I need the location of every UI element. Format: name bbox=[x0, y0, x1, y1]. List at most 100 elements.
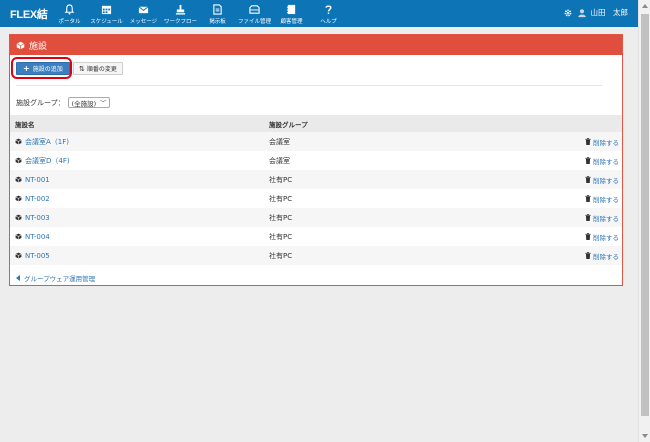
stamp-icon bbox=[175, 4, 186, 15]
trash-icon bbox=[585, 214, 591, 221]
calendar-icon bbox=[101, 5, 112, 15]
facility-group-cell: 社有PC bbox=[269, 194, 293, 203]
facility-name-link[interactable]: NT-004 bbox=[25, 233, 50, 241]
group-select[interactable]: (全施設) ﹀ bbox=[67, 97, 111, 108]
nav-portal-label: ポータル bbox=[58, 19, 81, 25]
scroll-down-arrow-icon[interactable] bbox=[642, 434, 648, 438]
nav-board-label: 掲示板 bbox=[209, 19, 226, 25]
nav-message[interactable]: メッセージ bbox=[126, 0, 161, 27]
change-order-button[interactable]: ⇅ 順番の変更 bbox=[73, 62, 123, 75]
facility-table: 施設名 施設グループ 会議室A（1F) 会議室 削除する 会議室D（4F) 会議室 削除す… bbox=[10, 115, 622, 265]
delete-link[interactable]: 削除する bbox=[529, 137, 622, 147]
trash-icon bbox=[585, 176, 591, 183]
facility-name-cell: NT-003 bbox=[10, 214, 269, 222]
vertical-scrollbar[interactable] bbox=[638, 0, 650, 442]
trash-icon bbox=[585, 138, 591, 145]
facility-name-link[interactable]: NT-003 bbox=[25, 214, 50, 222]
delete-link[interactable]: 削除する bbox=[529, 175, 622, 185]
nav-workflow[interactable]: ワークフロー bbox=[163, 0, 198, 27]
back-link-label: グループウェア運用管理 bbox=[24, 275, 96, 283]
delete-label: 削除する bbox=[593, 233, 619, 242]
facility-name-cell: NT-002 bbox=[10, 195, 269, 203]
nav-customer[interactable]: 顧客管理 bbox=[274, 0, 309, 27]
cube-icon bbox=[15, 176, 22, 183]
delete-label: 削除する bbox=[593, 157, 619, 166]
facility-name-link[interactable]: NT-001 bbox=[25, 176, 50, 184]
facility-group-cell: 会議室 bbox=[269, 137, 290, 146]
delete-label: 削除する bbox=[593, 252, 619, 261]
nav-help-label: ヘルプ bbox=[320, 19, 337, 25]
cube-icon bbox=[15, 157, 22, 164]
facility-name-link[interactable]: NT-005 bbox=[25, 252, 50, 260]
change-order-label: 順番の変更 bbox=[86, 66, 117, 73]
top-navigation-bar: FLEX結 ポータル スケジュール メッセージ ワークフロー 掲示板 ファイル管… bbox=[0, 0, 650, 27]
nav-portal[interactable]: ポータル bbox=[52, 0, 87, 27]
table-row: 会議室D（4F) 会議室 削除する bbox=[10, 151, 622, 170]
scroll-up-arrow-icon[interactable] bbox=[642, 4, 648, 8]
plus-icon: + bbox=[23, 64, 30, 73]
board-icon bbox=[213, 4, 222, 15]
scroll-thumb[interactable] bbox=[641, 14, 649, 416]
delete-link[interactable]: 削除する bbox=[529, 213, 622, 223]
nav-file-label: ファイル管理 bbox=[237, 19, 271, 25]
facility-name-cell: NT-005 bbox=[10, 252, 269, 260]
nav-workflow-label: ワークフロー bbox=[163, 19, 197, 25]
facility-name-cell: 会議室D（4F) bbox=[10, 156, 269, 166]
facility-group-cell: 社有PC bbox=[269, 175, 293, 184]
group-select-value: (全施設) bbox=[71, 99, 97, 108]
delete-label: 削除する bbox=[593, 195, 619, 204]
bell-icon bbox=[64, 4, 75, 15]
divider bbox=[16, 85, 602, 86]
user-name: 山田 太郎 bbox=[590, 8, 629, 17]
table-row: 会議室A（1F) 会議室 削除する bbox=[10, 132, 622, 151]
cube-icon bbox=[15, 138, 22, 145]
nav-message-label: メッセージ bbox=[129, 19, 158, 25]
table-row: NT-002 社有PC 削除する bbox=[10, 189, 622, 208]
group-filter-label: 施設グループ： bbox=[16, 98, 65, 107]
user-menu[interactable]: 山田 太郎 bbox=[559, 7, 629, 18]
delete-link[interactable]: 削除する bbox=[529, 232, 622, 242]
facility-group-cell: 社有PC bbox=[269, 232, 293, 241]
question-icon bbox=[325, 5, 332, 14]
trash-icon bbox=[585, 195, 591, 202]
nav-schedule[interactable]: スケジュール bbox=[89, 0, 124, 27]
delete-link[interactable]: 削除する bbox=[529, 156, 622, 166]
table-row: NT-005 社有PC 削除する bbox=[10, 246, 622, 265]
nav-schedule-label: スケジュール bbox=[90, 19, 123, 25]
table-header: 施設名 施設グループ bbox=[10, 115, 622, 132]
facility-panel: 施設 + 施設の追加 ⇅ 順番の変更 施設グループ： (全施設) ﹀ 施設名 施… bbox=[9, 34, 623, 286]
app-logo[interactable]: FLEX結 bbox=[10, 6, 48, 22]
facility-group-cell: 会議室 bbox=[269, 156, 290, 165]
address-book-icon bbox=[286, 4, 296, 15]
add-facility-label: 施設の追加 bbox=[32, 66, 63, 73]
nav-board[interactable]: 掲示板 bbox=[200, 0, 235, 27]
delete-label: 削除する bbox=[593, 138, 619, 147]
delete-link[interactable]: 削除する bbox=[529, 251, 622, 261]
facility-group-cell: 社有PC bbox=[269, 251, 293, 260]
header-facility-name: 施設名 bbox=[15, 120, 35, 129]
folder-icon bbox=[249, 5, 260, 14]
cube-icon bbox=[15, 233, 22, 240]
facility-name-link[interactable]: NT-002 bbox=[25, 195, 50, 203]
add-facility-button[interactable]: + 施設の追加 bbox=[16, 62, 70, 75]
nav-customer-label: 顧客管理 bbox=[280, 19, 303, 25]
cube-icon bbox=[16, 41, 25, 49]
cube-icon bbox=[15, 214, 22, 221]
facility-group-cell: 社有PC bbox=[269, 213, 293, 222]
cube-icon bbox=[15, 195, 22, 202]
nav-file[interactable]: ファイル管理 bbox=[237, 0, 272, 27]
table-row: NT-004 社有PC 削除する bbox=[10, 227, 622, 246]
delete-link[interactable]: 削除する bbox=[529, 194, 622, 204]
header-facility-group: 施設グループ bbox=[269, 120, 308, 129]
sort-arrows-icon: ⇅ bbox=[79, 64, 85, 73]
back-link[interactable]: グループウェア運用管理 bbox=[16, 273, 95, 283]
trash-icon bbox=[585, 252, 591, 259]
caret-left-icon bbox=[16, 275, 20, 281]
facility-name-link[interactable]: 会議室D（4F) bbox=[25, 156, 70, 166]
nav-help[interactable]: ヘルプ bbox=[311, 0, 346, 27]
table-row: NT-001 社有PC 削除する bbox=[10, 170, 622, 189]
trash-icon bbox=[585, 233, 591, 240]
facility-name-cell: NT-004 bbox=[10, 233, 269, 241]
facility-name-link[interactable]: 会議室A（1F) bbox=[25, 137, 69, 147]
cube-icon bbox=[15, 252, 22, 259]
